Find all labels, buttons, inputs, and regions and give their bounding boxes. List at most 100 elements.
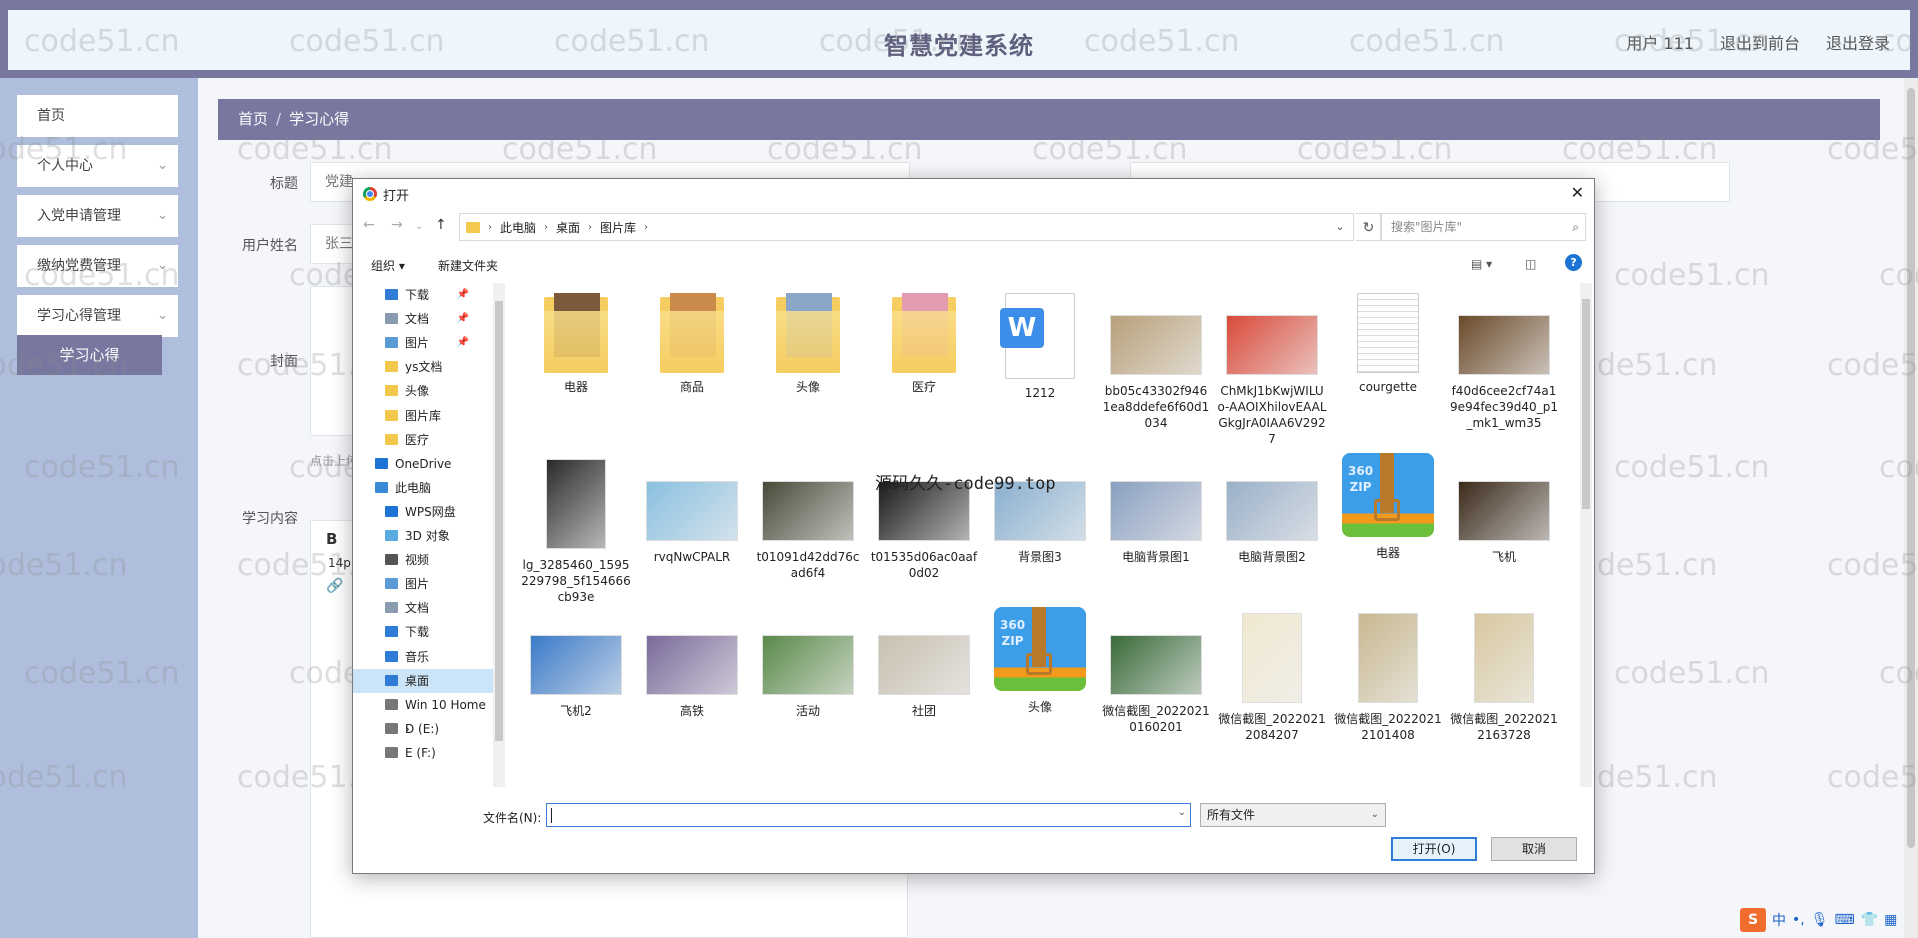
nav-item[interactable]: 头像 — [353, 379, 493, 403]
logout-link[interactable]: 退出登录 — [1826, 30, 1890, 54]
file-item[interactable]: 医疗 — [869, 293, 979, 395]
path-segment[interactable]: 此电脑 — [500, 219, 536, 236]
nav-item[interactable]: 文档 — [353, 596, 493, 620]
chevron-down-icon[interactable]: ⌄ — [1178, 807, 1186, 818]
nav-item[interactable]: 此电脑 — [353, 476, 493, 500]
file-item[interactable]: f40d6cee2cf74a19e94fec39d40_p1_mk1_wm35 — [1449, 293, 1559, 431]
file-item[interactable]: rvqNwCPALR — [637, 459, 747, 565]
sidebar-item-application[interactable]: 入党申请管理 ⌄ — [17, 195, 178, 237]
file-list-scrollbar-thumb[interactable] — [1582, 299, 1590, 509]
file-item[interactable]: t01091d42dd76cad6f4 — [753, 459, 863, 581]
ime-language[interactable]: 中 — [1772, 910, 1786, 930]
punctuation-icon[interactable]: •, — [1792, 912, 1805, 928]
file-item[interactable]: 电脑背景图2 — [1217, 459, 1327, 565]
file-item[interactable]: lg_3285460_1595229798_5f154666cb93e — [521, 459, 631, 605]
organize-button[interactable]: 组织 ▾ — [371, 257, 405, 274]
file-item[interactable]: bb05c43302f9461ea8ddefe6f60d1034 — [1101, 293, 1211, 431]
nav-item[interactable]: 图片 📌 — [353, 331, 493, 355]
nav-item[interactable]: 3D 对象 — [353, 524, 493, 548]
file-item[interactable]: 社团 — [869, 613, 979, 719]
page-scrollbar[interactable] — [1904, 78, 1918, 938]
sidebar-item-fees[interactable]: 缴纳党费管理 ⌄ — [17, 245, 178, 287]
view-options-icon[interactable]: ▤ ▾ — [1471, 257, 1492, 271]
nav-item[interactable]: Win 10 Home › — [353, 693, 493, 736]
link-icon[interactable]: 🔗 — [326, 578, 343, 594]
help-icon[interactable]: ? — [1565, 254, 1582, 271]
file-item[interactable]: 微信截图_20220210160201 — [1101, 613, 1211, 735]
navigation-scrollbar-thumb[interactable] — [495, 301, 503, 741]
file-item[interactable]: W 1212 — [985, 293, 1095, 401]
nav-item[interactable]: 图片 — [353, 572, 493, 596]
nav-item[interactable]: OneDrive — [353, 452, 493, 476]
new-folder-button[interactable]: 新建文件夹 — [438, 257, 498, 274]
picture-icon — [385, 578, 398, 590]
nav-item[interactable]: ys文档 — [353, 355, 493, 379]
page-scrollbar-thumb[interactable] — [1907, 88, 1915, 848]
breadcrumb-home[interactable]: 首页 — [238, 110, 268, 128]
file-item[interactable]: 电脑背景图1 — [1101, 459, 1211, 565]
path-segment[interactable]: 图片库 — [600, 219, 636, 236]
up-icon[interactable]: ↑ — [435, 217, 447, 233]
open-button[interactable]: 打开(O) — [1391, 837, 1477, 861]
file-item[interactable]: 飞机2 — [521, 613, 631, 719]
nav-item[interactable]: D (E:) — [353, 717, 493, 741]
skin-icon[interactable]: 👕 — [1861, 912, 1878, 928]
nav-item[interactable]: 音乐 — [353, 645, 493, 669]
file-item[interactable]: 头像 — [753, 293, 863, 395]
path-segment[interactable]: 桌面 — [556, 219, 580, 236]
drive-icon — [385, 746, 398, 758]
forward-icon[interactable]: → — [391, 217, 403, 233]
nav-item[interactable]: 视频 — [353, 548, 493, 572]
nav-item[interactable]: WPS网盘 — [353, 500, 493, 524]
file-item[interactable]: 360 ZIP 电器 — [1333, 453, 1443, 561]
nav-item-label: D (E:) — [405, 721, 440, 736]
sogou-ime-icon[interactable]: S — [1740, 908, 1766, 932]
nav-item[interactable]: E (F:) — [353, 741, 493, 765]
file-item[interactable]: 高铁 — [637, 613, 747, 719]
chrome-icon — [363, 187, 377, 201]
toolbox-icon[interactable]: ▦ — [1884, 912, 1897, 928]
keyboard-icon[interactable]: ⌨ — [1835, 912, 1855, 928]
sidebar-item-home[interactable]: 首页 — [17, 95, 178, 137]
file-item[interactable]: 微信截图_20220212101408 — [1333, 613, 1443, 743]
nav-item[interactable]: 下载 — [353, 620, 493, 644]
sidebar-item-personal[interactable]: 个人中心 ⌄ — [17, 145, 178, 187]
file-item[interactable]: 电器 — [521, 293, 631, 395]
microphone-icon[interactable]: 🎙 — [1811, 912, 1829, 928]
nav-item-label: 下载 — [405, 288, 430, 302]
nav-item[interactable]: 文档 📌 — [353, 307, 493, 331]
cancel-button[interactable]: 取消 — [1491, 837, 1577, 861]
dialog-titlebar[interactable]: 打开 ✕ — [353, 179, 1594, 209]
file-item[interactable]: 微信截图_20220212084207 — [1217, 613, 1327, 743]
preview-pane-icon[interactable]: ◫ — [1525, 257, 1536, 271]
nav-item[interactable]: 图片库 — [353, 404, 493, 428]
chevron-down-icon[interactable]: ⌄ — [1327, 214, 1353, 240]
file-item[interactable]: courgette — [1333, 293, 1443, 395]
file-item[interactable]: 微信截图_20220212163728 — [1449, 613, 1559, 743]
nav-item[interactable]: 医疗 — [353, 428, 493, 452]
recent-dropdown-icon[interactable]: ⌄ — [415, 221, 423, 232]
sidebar-item-study[interactable]: 学习心得管理 ⌄ — [17, 295, 178, 337]
refresh-icon[interactable]: ↻ — [1356, 213, 1382, 241]
file-item[interactable]: 商品 — [637, 293, 747, 395]
back-icon[interactable]: ← — [363, 217, 375, 233]
filename-input[interactable]: ⌄ — [546, 803, 1191, 827]
editor-font-size[interactable]: 14p — [328, 556, 351, 570]
editor-bold-button[interactable]: B — [326, 530, 337, 548]
file-item[interactable]: 360 ZIP 头像 — [985, 607, 1095, 715]
nav-item[interactable]: 下载 📌 — [353, 283, 493, 307]
back-to-front-link[interactable]: 退出到前台 — [1720, 30, 1800, 54]
file-item[interactable]: 飞机 — [1449, 459, 1559, 565]
navigation-scrollbar[interactable] — [493, 283, 505, 787]
file-list-scrollbar[interactable] — [1580, 283, 1592, 787]
nav-item-label: 视频 — [405, 553, 430, 568]
file-item[interactable]: ChMkJ1bKwjWILUo-AAOIXhilovEAALGkgJrA0IAA… — [1217, 293, 1327, 447]
sidebar-sub-study-notes[interactable]: 学习心得 — [17, 335, 162, 375]
filetype-select[interactable]: 所有文件 ⌄ — [1200, 803, 1386, 827]
nav-item[interactable]: 桌面 — [353, 668, 493, 693]
address-bar[interactable]: › 此电脑 › 桌面 › 图片库 › ⌄ — [459, 213, 1354, 241]
close-icon[interactable]: ✕ — [1571, 183, 1584, 202]
file-item[interactable]: 活动 — [753, 613, 863, 719]
cover-label: 封面 — [270, 354, 298, 370]
search-input[interactable]: 搜索"图片库" ⌕ — [1380, 213, 1586, 241]
